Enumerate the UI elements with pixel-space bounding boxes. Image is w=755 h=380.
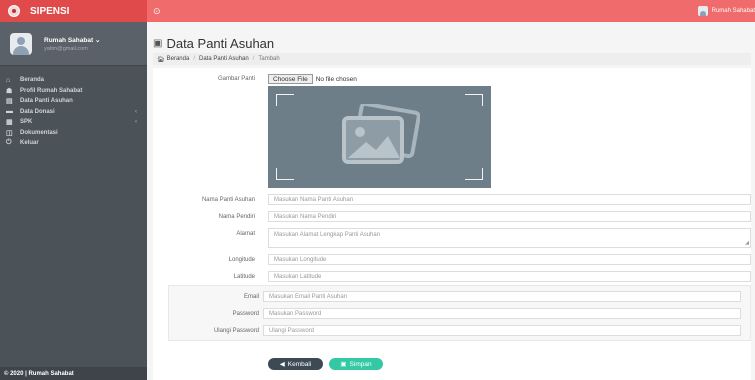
- founder-label: Nama Pendiri: [218, 214, 255, 220]
- breadcrumb-home[interactable]: Beranda: [167, 56, 190, 62]
- frame-corner: [465, 94, 483, 106]
- power-icon: ⏻: [6, 139, 12, 147]
- frame-corner: [276, 168, 294, 180]
- document-icon: ◫: [6, 129, 13, 137]
- address-label: Alamat: [236, 231, 255, 237]
- image-label: Gambar Panti: [217, 76, 255, 82]
- card-icon: ▬: [6, 108, 13, 116]
- sidebar-item-label: Data Donasi: [20, 108, 55, 115]
- breadcrumb-separator: /: [252, 56, 255, 62]
- sidebar-item-data-panti[interactable]: ▤ Data Panti Asuhan: [0, 96, 147, 107]
- user-icon: ☗: [6, 87, 13, 95]
- repassword-input[interactable]: Ulangi Password: [263, 325, 741, 336]
- save-icon: ▣: [340, 361, 347, 368]
- choose-file-button[interactable]: Choose File: [268, 74, 313, 84]
- topbar-user-name: Rumah Sahabat: [711, 8, 755, 14]
- file-status: No file chosen: [315, 75, 357, 83]
- sidebar-item-label: Keluar: [20, 140, 39, 147]
- address-textarea[interactable]: Masukan Alamat Lengkap Panti Asuhan ◢: [268, 228, 751, 248]
- user-email: yatim@gmail.com: [44, 45, 88, 52]
- latitude-label: Latitude: [233, 274, 255, 280]
- account-panel: Email Masukan Email Panti Asuhan Passwor…: [168, 285, 751, 341]
- app-logo-icon: [8, 5, 20, 17]
- image-placeholder-icon: [342, 104, 420, 164]
- home-icon: ⌂: [6, 76, 11, 84]
- user-panel[interactable]: Rumah Sahabat ⌄ yatim@gmail.com: [0, 22, 147, 66]
- page-title: ▣ Data Panti Asuhan: [153, 36, 275, 51]
- password-input[interactable]: Masukan Password: [263, 308, 741, 319]
- frame-corner: [465, 168, 483, 180]
- longitude-input[interactable]: Masukan Longitude: [268, 254, 751, 265]
- avatar: [10, 32, 32, 55]
- repassword-label: Ulangi Password: [213, 328, 259, 334]
- breadcrumb-current: Tambah: [258, 56, 280, 62]
- arrow-left-icon: ◀: [279, 361, 285, 368]
- resize-handle-icon[interactable]: ◢: [745, 240, 749, 246]
- main-content: ▣ Data Panti Asuhan 🏠︎ Beranda / Data Pa…: [147, 22, 755, 380]
- form-panel: Gambar Panti Choose File No file chosen …: [153, 68, 751, 380]
- sidebar-item-keluar[interactable]: ⏻ Keluar: [0, 138, 147, 149]
- chevron-left-icon: ‹: [135, 108, 137, 115]
- sidebar-item-label: Dokumentasi: [20, 129, 58, 136]
- frame-corner: [276, 94, 294, 106]
- user-name: Rumah Sahabat ⌄: [44, 36, 101, 44]
- sidebar-item-label: Profil Rumah Sahabat: [20, 87, 83, 94]
- sidebar-item-label: Data Panti Asuhan: [20, 98, 73, 105]
- save-button[interactable]: ▣ Simpan: [329, 358, 383, 370]
- chevron-left-icon: ‹: [135, 119, 137, 126]
- sidebar-item-label: SPK: [20, 119, 33, 126]
- founder-name-input[interactable]: Masukan Nama Pendiri: [268, 211, 751, 222]
- sidebar-item-data-donasi[interactable]: ▬ Data Donasi ‹: [0, 107, 147, 118]
- breadcrumb: 🏠︎ Beranda / Data Panti Asuhan / Tambah: [153, 53, 751, 65]
- breadcrumb-section[interactable]: Data Panti Asuhan: [199, 56, 249, 62]
- id-card-icon: ▣: [153, 38, 163, 49]
- longitude-label: Longitude: [228, 257, 255, 263]
- sidebar-item-label: Beranda: [20, 77, 45, 84]
- name-label: Nama Panti Asuhan: [201, 197, 255, 203]
- image-preview: [268, 86, 491, 188]
- table-icon: ▤: [6, 98, 13, 106]
- sidebar-toggle-icon[interactable]: ⊙: [153, 6, 161, 17]
- app-name: SIPENSI: [30, 5, 70, 17]
- sidebar-item-spk[interactable]: ▦ SPK ‹: [0, 117, 147, 128]
- sidebar-menu: ⌂ Beranda ☗ Profil Rumah Sahabat ▤ Data Pan…: [0, 66, 147, 149]
- sidebar-item-profil[interactable]: ☗ Profil Rumah Sahabat: [0, 86, 147, 97]
- latitude-input[interactable]: Masukan Latitude: [268, 271, 751, 282]
- sidebar: SIPENSI Rumah Sahabat ⌄ yatim@gmail.com …: [0, 0, 147, 380]
- dropdown-caret-icon: ⌄: [94, 36, 101, 44]
- breadcrumb-separator: /: [193, 56, 195, 62]
- footer-copyright: © 2020 | Rumah Sahabat: [0, 367, 147, 380]
- avatar: [697, 6, 708, 16]
- file-input[interactable]: Choose File No file chosen: [268, 74, 357, 84]
- address-placeholder: Masukan Alamat Lengkap Panti Asuhan: [274, 232, 381, 238]
- topbar-user-menu[interactable]: Rumah Sahabat: [697, 6, 755, 16]
- calendar-icon: ▦: [6, 119, 13, 127]
- email-label: Email: [243, 294, 259, 300]
- email-input[interactable]: Masukan Email Panti Asuhan: [263, 291, 741, 302]
- brand[interactable]: SIPENSI: [0, 0, 147, 22]
- password-label: Password: [232, 311, 259, 317]
- panti-name-input[interactable]: Masukan Nama Panti Asuhan: [268, 194, 751, 205]
- home-icon: 🏠︎: [157, 56, 165, 63]
- sidebar-item-dokumentasi[interactable]: ◫ Dokumentasi: [0, 128, 147, 139]
- back-button[interactable]: ◀ Kembali: [268, 358, 323, 370]
- topbar: ⊙ Rumah Sahabat: [147, 0, 755, 22]
- sidebar-item-beranda[interactable]: ⌂ Beranda: [0, 75, 147, 86]
